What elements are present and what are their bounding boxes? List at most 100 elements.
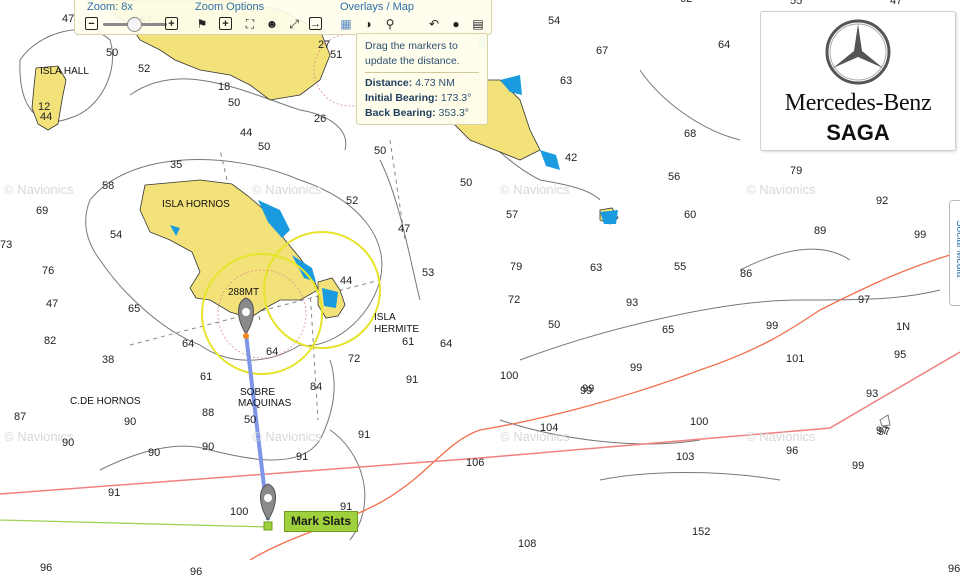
depth-sounding: 64 — [266, 346, 278, 358]
depth-sounding: 100 — [690, 416, 708, 428]
depth-sounding: 91 — [406, 374, 418, 386]
depth-sounding: 97 — [876, 425, 888, 437]
depth-sounding: 52 — [346, 195, 358, 207]
back-bearing-value: 353.3° — [438, 107, 470, 119]
depth-sounding: 68 — [684, 128, 696, 140]
document-icon[interactable]: ▤ — [471, 17, 485, 31]
boat-position-icon[interactable] — [263, 521, 273, 531]
fullscreen-icon[interactable]: ⤢ — [287, 17, 301, 31]
overlays-label: Overlays / Map — [340, 1, 414, 13]
measure-icon[interactable]: ⚲ — [383, 17, 397, 31]
depth-sounding: 88 — [202, 407, 214, 419]
depth-sounding: 38 — [102, 354, 114, 366]
depth-sounding: 50 — [106, 47, 118, 59]
depth-sounding: 72 — [508, 294, 520, 306]
label-isla-hornos: ISLA HORNOS — [162, 199, 230, 210]
depth-sounding: 93 — [866, 388, 878, 400]
depth-sounding: 65 — [662, 324, 674, 336]
back-bearing-label: Back Bearing: — [365, 107, 436, 119]
svg-text:© Navionics: © Navionics — [746, 429, 816, 444]
globe-icon[interactable]: ● — [449, 17, 463, 31]
zoom-out-button[interactable]: − — [85, 17, 98, 30]
depth-sounding: 97 — [858, 294, 870, 306]
depth-sounding: 44 — [240, 127, 252, 139]
distance-row: Distance: 4.73 NM — [365, 76, 479, 91]
region-select-icon[interactable]: ⛶ — [243, 17, 257, 31]
depth-sounding: 60 — [684, 209, 696, 221]
depth-sounding: 50 — [460, 177, 472, 189]
depth-sounding: 64 — [182, 338, 194, 350]
depth-sounding: 91 — [296, 451, 308, 463]
depth-sounding: 93 — [626, 297, 638, 309]
depth-sounding: 50 — [258, 141, 270, 153]
depth-sounding: 87 — [14, 411, 26, 423]
distance-popup: Drag the markers to update the distance.… — [356, 33, 488, 125]
depth-sounding: 99 — [852, 460, 864, 472]
depth-sounding: 96 — [40, 562, 52, 574]
depth-sounding: 91 — [108, 487, 120, 499]
depth-sounding: 64 — [718, 39, 730, 51]
depth-sounding: 92 — [876, 195, 888, 207]
depth-sounding: 99 — [766, 320, 778, 332]
svg-text:© Navionics: © Navionics — [4, 182, 74, 197]
distance-label: Distance: — [365, 77, 413, 89]
zoom-in-button[interactable]: + — [165, 17, 178, 30]
svg-text:© Navionics: © Navionics — [252, 182, 322, 197]
depth-sounding: 91 — [358, 429, 370, 441]
initial-bearing-label: Initial Bearing: — [365, 92, 438, 104]
depth-sounding: 35 — [170, 159, 182, 171]
depth-sounding: 55 — [790, 0, 802, 7]
depth-sounding: 99 — [914, 229, 926, 241]
depth-sounding: 96 — [786, 445, 798, 457]
depth-sounding: 103 — [676, 451, 694, 463]
brand-name: Mercedes-Benz — [784, 90, 932, 116]
three-pointed-star-icon — [825, 19, 891, 85]
label-isla-hermite: ISLA — [374, 312, 396, 323]
route-line-green — [0, 519, 271, 528]
label-isla-hermite-2: HERMITE — [374, 324, 419, 335]
depth-sounding: 55 — [674, 261, 686, 273]
grid-overlay-icon[interactable]: ▦ — [339, 17, 353, 31]
depth-sounding: 50 — [374, 145, 386, 157]
depth-sounding: 50 — [244, 414, 256, 426]
share-icon[interactable]: ↶ — [427, 17, 441, 31]
group-icon[interactable]: ☻ — [265, 17, 279, 31]
depth-sounding: 44 — [340, 275, 352, 287]
depth-sounding: 101 — [786, 353, 804, 365]
depth-sounding: 47 — [46, 298, 58, 310]
end-marker[interactable] — [260, 483, 276, 521]
boat-label[interactable]: Mark Slats — [284, 511, 359, 532]
depth-sounding: 18 — [218, 81, 230, 93]
popup-hint: Drag the markers to update the distance. — [365, 40, 460, 67]
social-media-label: Social Media — [954, 220, 960, 278]
depth-sounding: 64 — [440, 338, 452, 350]
flag-icon[interactable]: ⚑ — [195, 17, 209, 31]
depth-sounding: 73 — [0, 239, 12, 251]
label-height-mark: 288MT — [228, 287, 259, 298]
depth-sounding: 95 — [894, 349, 906, 361]
depth-sounding: 47 — [890, 0, 902, 7]
depth-sounding: 79 — [510, 261, 522, 273]
zoom-area-in-icon[interactable]: + — [219, 17, 232, 30]
svg-text:© Navionics: © Navionics — [500, 182, 570, 197]
label-sobre-maquinas: SOBRE — [240, 387, 275, 398]
zoom-slider-handle[interactable] — [127, 17, 142, 32]
depth-sounding: 58 — [102, 180, 114, 192]
depth-sounding: 99 — [630, 362, 642, 374]
depth-sounding: 106 — [466, 457, 484, 469]
depth-sounding: 50 — [228, 97, 240, 109]
depth-sounding: 72 — [348, 353, 360, 365]
exit-icon[interactable]: → — [309, 17, 322, 30]
depth-sounding: 89 — [814, 225, 826, 237]
depth-sounding: 104 — [540, 422, 558, 434]
depth-sounding: 26 — [314, 113, 326, 125]
svg-text:© Navionics: © Navionics — [252, 429, 322, 444]
route-line-red — [0, 351, 960, 495]
start-marker[interactable] — [238, 297, 254, 339]
initial-bearing-row: Initial Bearing: 173.3° — [365, 91, 479, 106]
depth-sounding: 57 — [506, 209, 518, 221]
depth-sounding: 84 — [310, 381, 322, 393]
contrast-icon[interactable]: ◑ — [361, 17, 375, 31]
label-isla-hall: ISLA HALL — [40, 66, 89, 77]
depth-sounding: 12 — [38, 101, 50, 113]
